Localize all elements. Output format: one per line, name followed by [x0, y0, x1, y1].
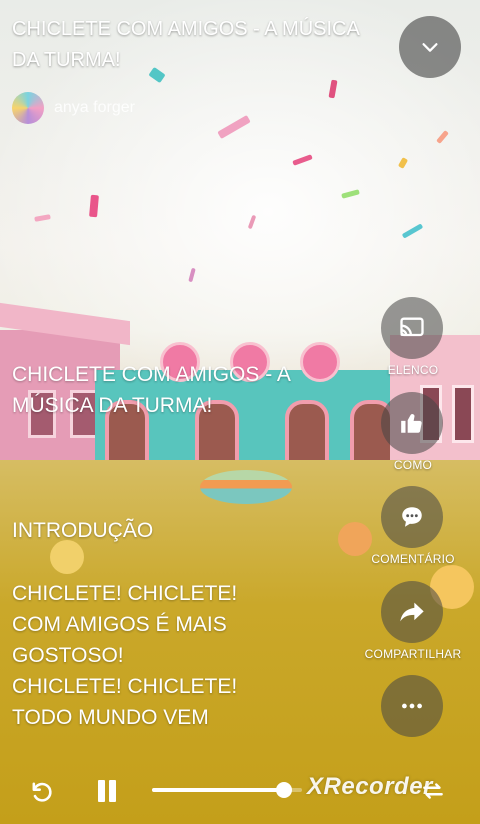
- watermark: XRecorder: [307, 773, 433, 800]
- progress-fill: [152, 788, 284, 792]
- thumbs-up-icon: [401, 414, 422, 433]
- lyrics-line: GOSTOSO!: [12, 644, 124, 667]
- lyrics-song-title: CHICLETE COM AMIGOS - A MÚSICA DA TURMA!: [12, 363, 290, 417]
- cast-circle[interactable]: [381, 297, 443, 359]
- avatar[interactable]: [12, 92, 44, 124]
- repeat-button[interactable]: [420, 778, 448, 806]
- share-label: COMPARTILHAR: [364, 647, 462, 661]
- pause-button[interactable]: [95, 780, 119, 804]
- pause-icon: [109, 780, 116, 802]
- more-circle[interactable]: [381, 675, 443, 737]
- author-name[interactable]: anya forger: [54, 99, 135, 117]
- comment-label: COMENTÁRIO: [371, 552, 455, 566]
- lyrics-section-title: INTRODUÇÃO: [12, 519, 154, 542]
- share-circle[interactable]: [381, 581, 443, 643]
- lyrics-line: CHICLETE! CHICLETE!: [12, 582, 238, 605]
- lyrics-body: CHICLETE! CHICLETE! COM AMIGOS É MAIS GO…: [12, 578, 237, 733]
- lyrics-line: TODO MUNDO VEM: [12, 706, 209, 729]
- like-button[interactable]: COMO: [360, 392, 466, 482]
- share-button[interactable]: COMPARTILHAR: [360, 581, 466, 671]
- lyrics-line: COM AMIGOS É MAIS: [12, 613, 227, 636]
- author[interactable]: anya forger: [12, 92, 135, 124]
- more-icon: [402, 703, 422, 709]
- cast-icon: [400, 317, 424, 337]
- replay-icon: [32, 782, 52, 802]
- share-icon: [400, 602, 424, 622]
- more-button[interactable]: [360, 675, 466, 765]
- like-circle[interactable]: [381, 392, 443, 454]
- video-title: CHICLETE COM AMIGOS - A MÚSICA DA TURMA!: [12, 18, 359, 71]
- chevron-down-icon: [422, 43, 438, 52]
- lyrics-line: CHICLETE! CHICLETE!: [12, 675, 238, 698]
- player-controls: XRecorder: [0, 760, 480, 820]
- repeat-icon: [423, 783, 443, 799]
- cast-label: ELENCO: [387, 363, 439, 377]
- comment-button[interactable]: COMENTÁRIO: [360, 486, 466, 576]
- like-label: COMO: [393, 458, 433, 472]
- cast-button[interactable]: ELENCO: [360, 297, 466, 387]
- play-disc: [200, 470, 292, 504]
- pause-icon: [98, 780, 105, 802]
- comment-circle[interactable]: [381, 486, 443, 548]
- collapse-button[interactable]: [399, 16, 461, 78]
- progress-handle[interactable]: [276, 782, 292, 798]
- replay-button[interactable]: [28, 778, 58, 808]
- progress-bar[interactable]: [152, 782, 302, 798]
- comment-icon: [402, 507, 422, 527]
